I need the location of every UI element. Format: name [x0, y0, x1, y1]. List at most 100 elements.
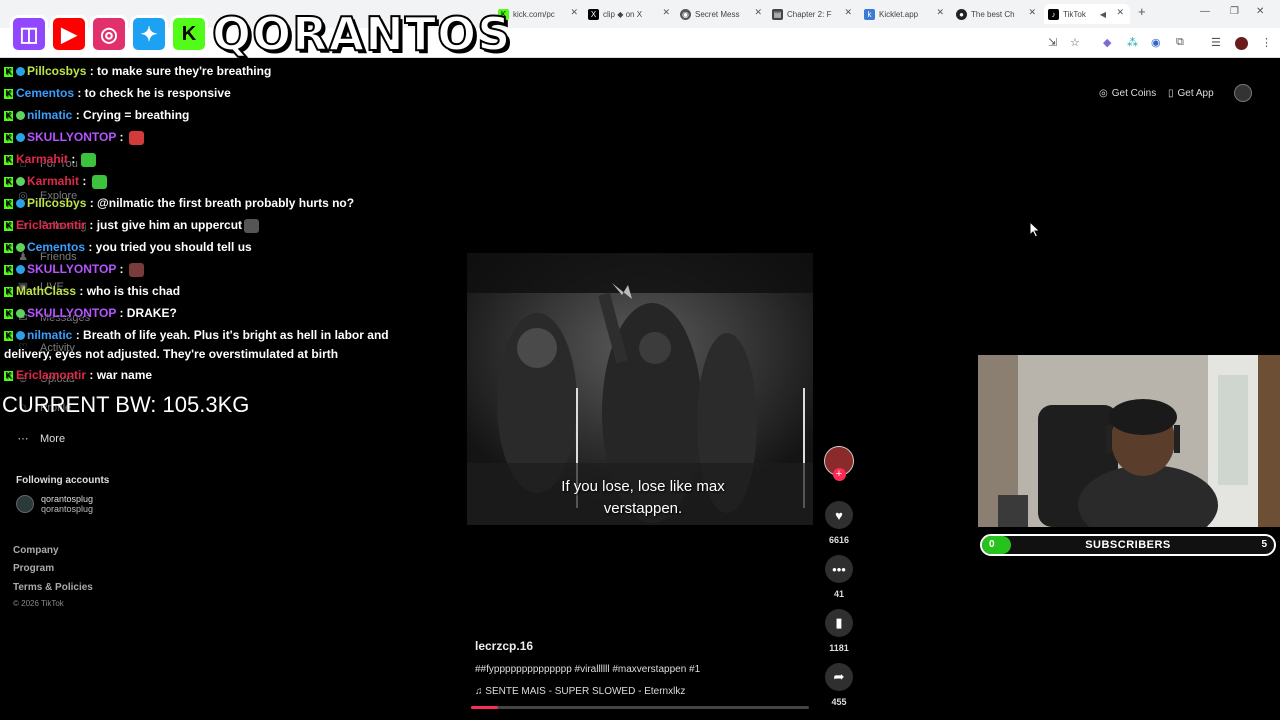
chat-message: K SKULLYONTOP : DRAKE? — [4, 302, 424, 324]
account-handle: qorantosplug — [41, 504, 94, 514]
badge-icon — [16, 111, 25, 121]
extension-icon[interactable]: ◆ — [1103, 36, 1111, 49]
kick-badge-icon: K — [4, 242, 13, 253]
chat-username[interactable]: Pillcosbys — [27, 196, 86, 210]
streamer-name: QORANTOS — [211, 6, 512, 62]
chat-message: Knilmatic : Breath of life yeah. Plus it… — [4, 324, 424, 364]
kicklet-icon: k — [864, 8, 875, 20]
get-coins-button[interactable]: ◎ Get Coins — [1099, 84, 1156, 102]
chat-username[interactable]: Pillcosbys — [27, 64, 86, 78]
chat-username[interactable]: SKULLYONTOP — [27, 262, 116, 276]
footer-link-program[interactable]: Program — [13, 563, 54, 574]
minimize-icon[interactable]: — — [1200, 6, 1210, 17]
chat-username[interactable]: Karmahit — [16, 152, 68, 166]
browser-tab[interactable]: X clip ◆ on X ✕ — [588, 4, 670, 24]
chat-username[interactable]: Ericlamontir — [16, 218, 86, 232]
chat-message: K SKULLYONTOP : — [4, 126, 424, 148]
puzzle-icon[interactable]: ⧉ — [1176, 36, 1184, 49]
footer-link-terms[interactable]: Terms & Policies — [13, 582, 93, 593]
chat-username[interactable]: nilmatic — [27, 108, 72, 122]
get-app-button[interactable]: ▯ Get App — [1168, 84, 1214, 102]
close-tab-icon[interactable]: ✕ — [844, 7, 852, 18]
chat-username[interactable]: SKULLYONTOP — [27, 130, 116, 144]
subscriber-goal-bar: 0 SUBSCRIBERS 5 — [980, 534, 1276, 556]
follow-plus-icon[interactable]: + — [832, 468, 846, 481]
creator-avatar-button[interactable]: + — [823, 446, 855, 481]
bookmark-star-icon[interactable]: ☆ — [1070, 36, 1080, 49]
save-button[interactable]: ▮ 1181 — [823, 609, 855, 653]
browser-tab[interactable]: ▤ Chapter 2: F ✕ — [772, 4, 852, 24]
close-tab-icon[interactable]: ✕ — [570, 7, 578, 18]
chat-username[interactable]: nilmatic — [27, 328, 72, 342]
emote-icon — [91, 174, 107, 189]
chat-text: : just give him an uppercut — [86, 218, 243, 232]
badge-icon — [16, 133, 25, 143]
subscriber-goal: 5 — [1261, 539, 1267, 550]
youtube-icon: ▶ — [50, 15, 88, 53]
close-tab-icon[interactable]: ✕ — [662, 7, 670, 18]
close-tab-icon[interactable]: ✕ — [1028, 7, 1036, 18]
chat-message: K Cementos : you tried you should tell us — [4, 236, 424, 258]
following-account[interactable]: qorantosplug qorantosplug — [16, 494, 93, 514]
chat-username[interactable]: SKULLYONTOP — [27, 306, 116, 320]
video-sound[interactable]: ♫ SENTE MAIS - SUPER SLOWED - Eternxlkz — [475, 686, 685, 697]
new-tab-button[interactable]: + — [1138, 4, 1146, 19]
browser-tab[interactable]: k Kicklet.app ✕ — [864, 4, 944, 24]
browser-tab[interactable]: ● The best Ch ✕ — [956, 4, 1036, 24]
globe-icon: ◉ — [680, 8, 691, 20]
heart-icon: ♥ — [825, 501, 853, 529]
close-tab-icon[interactable]: ✕ — [754, 7, 762, 18]
video-author[interactable]: lecrzcp.16 — [475, 639, 533, 653]
badge-icon — [16, 331, 25, 341]
chat-username[interactable]: Cementos — [27, 240, 85, 254]
extension-icon[interactable]: ◉ — [1151, 36, 1161, 49]
tab-label: The best Ch — [971, 9, 1015, 19]
footer-link-company[interactable]: Company — [13, 545, 59, 556]
chat-text: : — [79, 174, 90, 188]
tab-label: kick.com/pc — [513, 9, 555, 19]
chat-text: : war name — [86, 368, 153, 382]
close-tab-icon[interactable]: ✕ — [1116, 7, 1124, 18]
like-button[interactable]: ♥ 6616 — [823, 501, 855, 545]
tab-label: Secret Mess — [695, 9, 740, 19]
kick-badge-icon: K — [4, 286, 13, 297]
chat-message: K Karmahit : — [4, 148, 424, 170]
translate-icon[interactable]: ⁂ — [1127, 36, 1138, 49]
chat-username[interactable]: Karmahit — [27, 174, 79, 188]
badge-icon — [16, 309, 25, 319]
menu-icon[interactable]: ⋮ — [1261, 36, 1272, 49]
speaker-icon[interactable]: ◀ — [1100, 10, 1106, 19]
sidebar-item-label: More — [40, 432, 66, 445]
browser-tab[interactable]: ◉ Secret Mess ✕ — [680, 4, 762, 24]
browser-tab-active[interactable]: ♪ TikTok ◀ ✕ — [1044, 4, 1130, 24]
subscriber-label: SUBSCRIBERS — [1085, 539, 1171, 551]
install-icon[interactable]: ⇲ — [1048, 36, 1057, 49]
chat-text: : you tried you should tell us — [85, 240, 252, 254]
chat-username[interactable]: MathClass — [16, 284, 76, 298]
kick-badge-icon: K — [4, 176, 13, 187]
more-icon: ⋯ — [17, 433, 29, 445]
comment-count: 41 — [833, 589, 844, 599]
chat-username[interactable]: Cementos — [16, 86, 74, 100]
share-button[interactable]: ➦ 455 — [823, 663, 855, 707]
video-progress-bar[interactable] — [471, 706, 809, 709]
close-tab-icon[interactable]: ✕ — [936, 7, 944, 18]
profile-avatar[interactable] — [1235, 37, 1248, 50]
video-description: ##fypppppppppppppp #virallllll #maxverst… — [475, 664, 701, 675]
coin-icon: ◎ — [1099, 87, 1108, 99]
body-weight-overlay: CURRENT BW: 105.3KG — [2, 392, 250, 417]
close-window-icon[interactable]: ✕ — [1256, 6, 1264, 17]
badge-icon — [16, 67, 25, 77]
restore-icon[interactable]: ❐ — [1230, 6, 1239, 17]
chat-text: : to check he is responsive — [74, 86, 231, 100]
user-avatar[interactable] — [1234, 84, 1252, 102]
x-icon: X — [588, 8, 599, 20]
kick-badge-icon: K — [4, 132, 13, 143]
comment-button[interactable]: ••• 41 — [823, 555, 855, 599]
badge-icon — [16, 243, 25, 253]
badge-icon — [16, 177, 25, 187]
chat-text: : — [116, 130, 127, 144]
reading-list-icon[interactable]: ☰ — [1211, 36, 1221, 49]
sidebar-item-more[interactable]: ⋯ More — [16, 432, 66, 446]
chat-username[interactable]: Ericlamontir — [16, 368, 86, 382]
